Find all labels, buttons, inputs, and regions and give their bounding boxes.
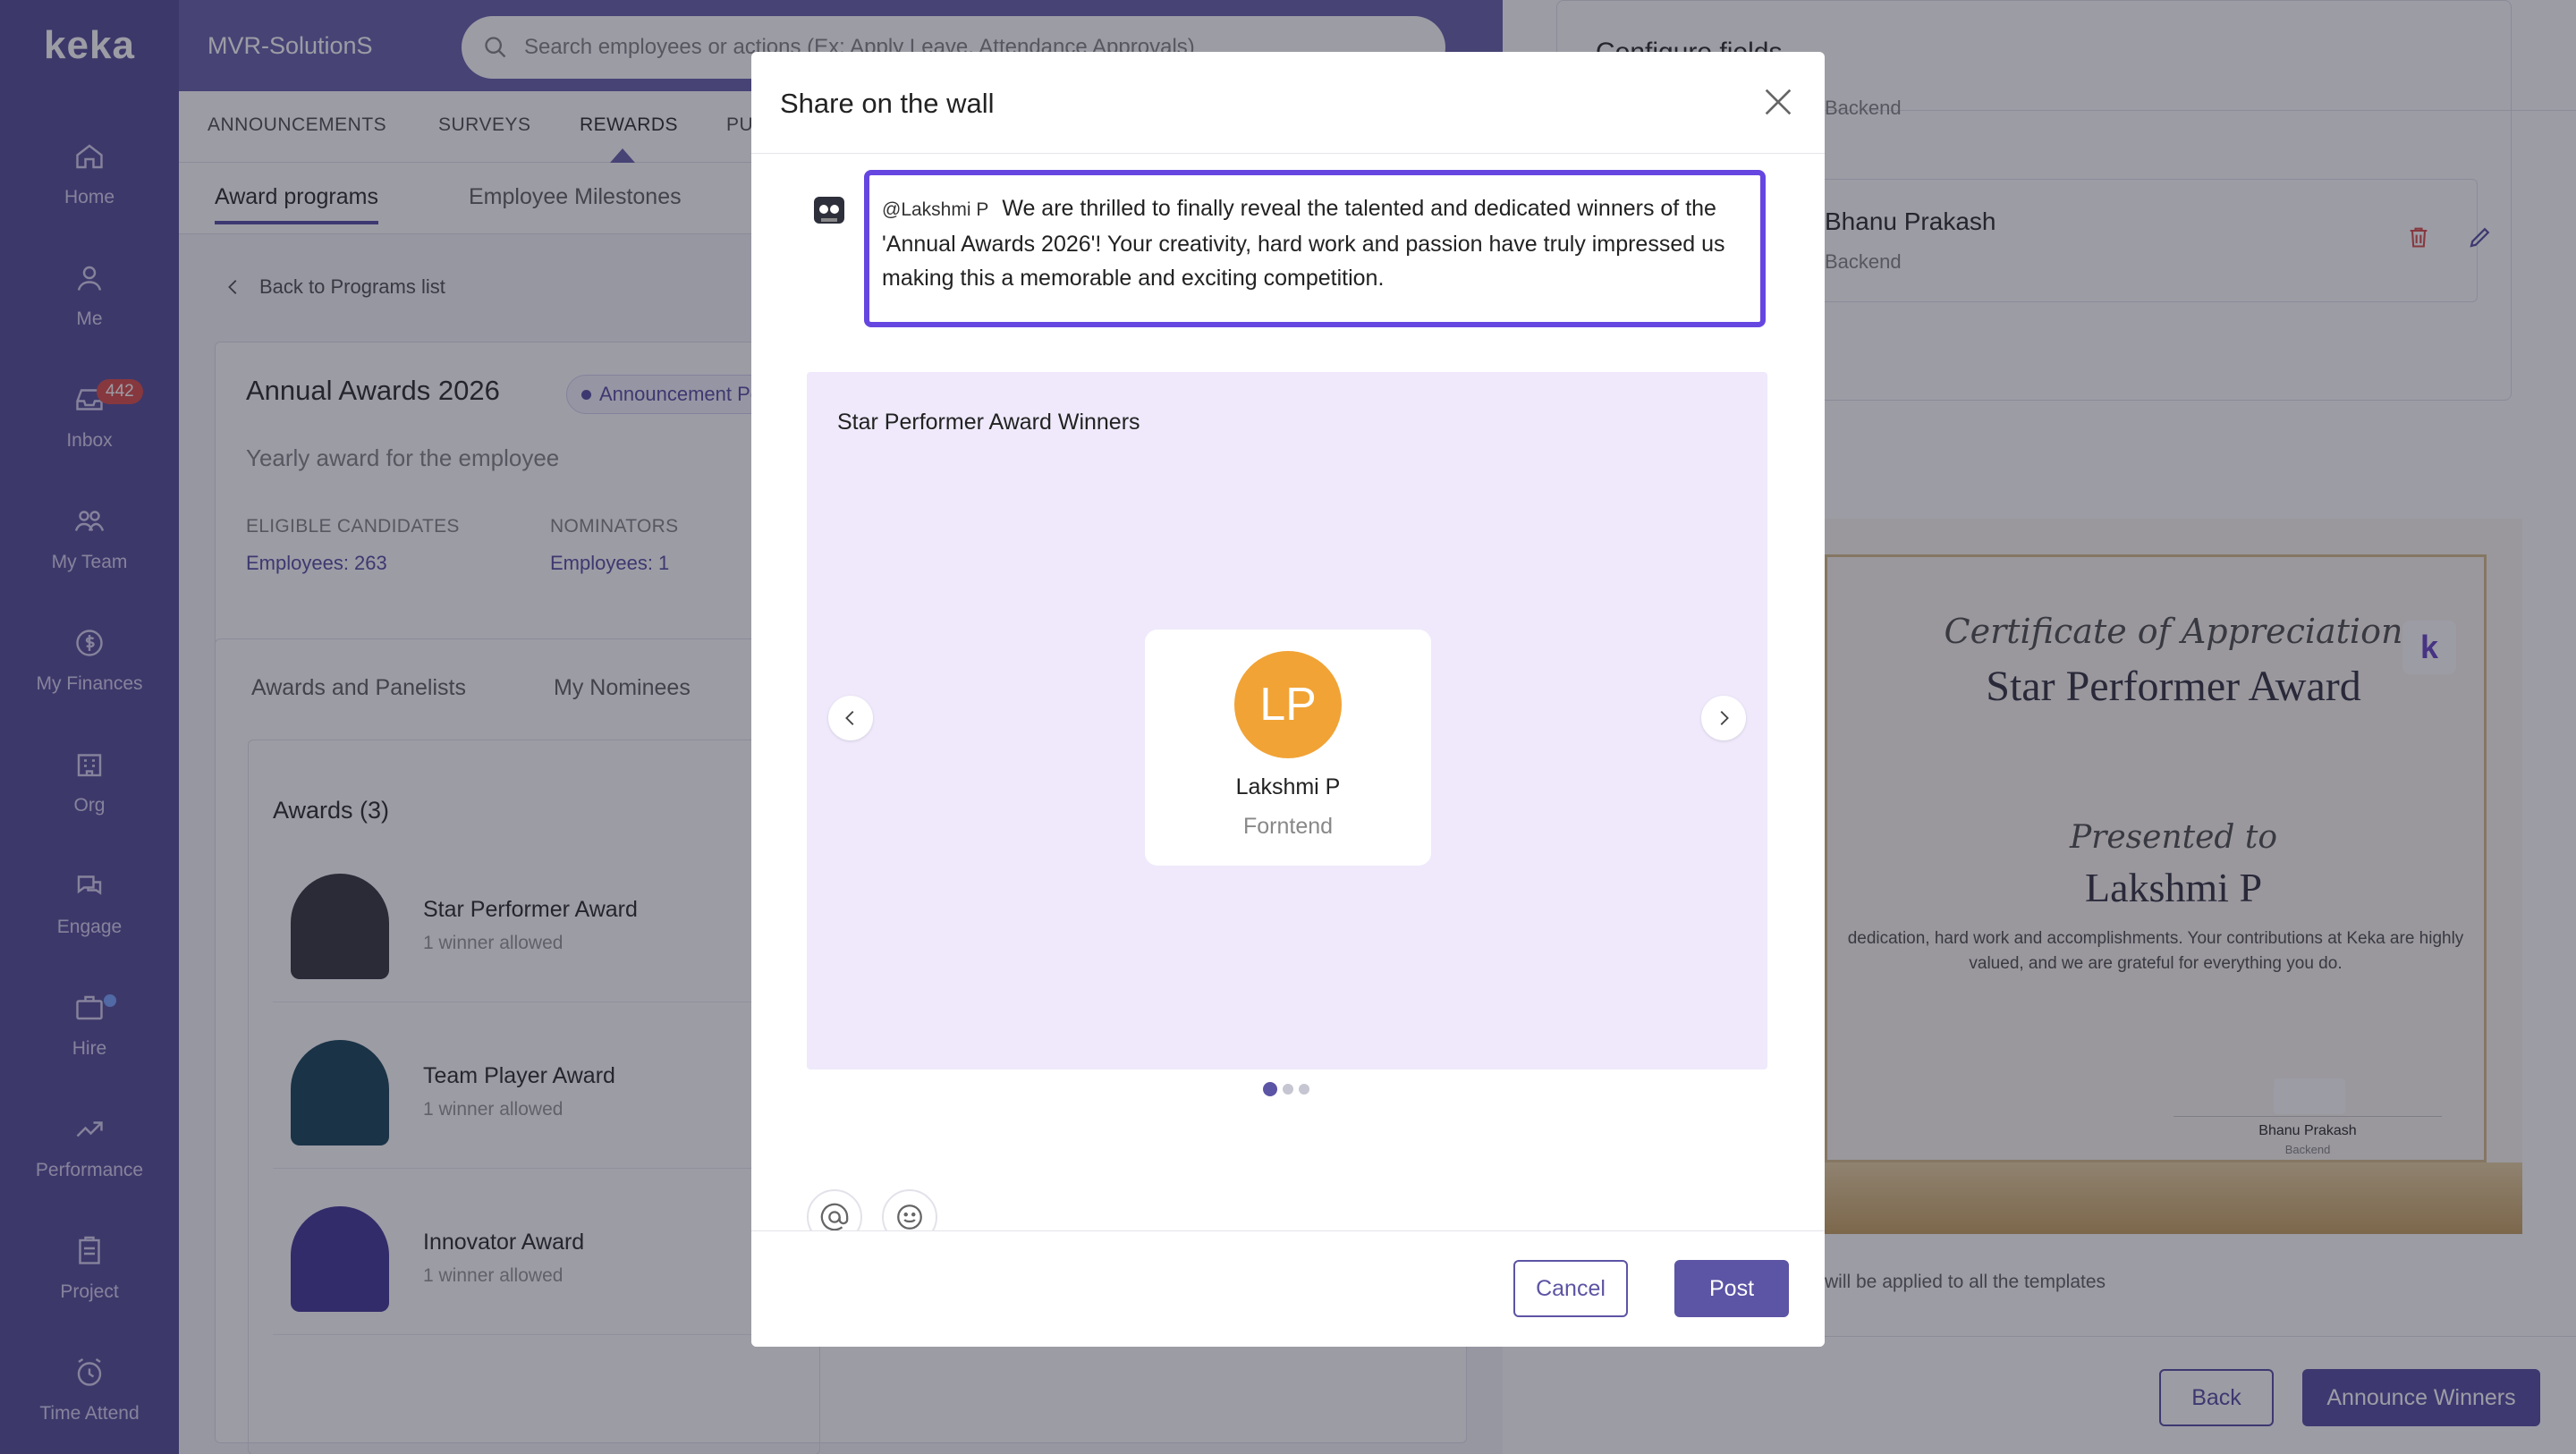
slide-title: Star Performer Award Winners [837,410,1140,435]
post-message-input[interactable]: @Lakshmi P We are thrilled to finally re… [864,170,1766,327]
carousel-dot[interactable] [1299,1084,1309,1095]
winner-avatar: LP [1234,651,1342,758]
modal-footer: Cancel Post [751,1230,1825,1347]
close-icon[interactable] [1760,84,1796,120]
post-button[interactable]: Post [1674,1260,1789,1317]
share-on-wall-modal: Share on the wall @Lakshmi P We are thri… [751,52,1825,1347]
author-avatar [814,197,844,224]
carousel-next-button[interactable] [1701,696,1746,740]
winner-name: Lakshmi P [1235,774,1341,799]
modal-title: Share on the wall [780,88,995,119]
modal-header: Share on the wall [751,52,1825,154]
carousel-dot[interactable] [1263,1082,1277,1096]
chevron-left-icon [845,711,854,725]
cancel-button[interactable]: Cancel [1513,1260,1628,1317]
carousel-pagination [1263,1082,1309,1096]
chevron-right-icon [1720,711,1729,725]
mention-tag[interactable]: @Lakshmi P [882,199,988,220]
winners-carousel: Star Performer Award Winners LP Lakshmi … [807,372,1767,1069]
at-sign-icon [820,1203,849,1231]
winner-department: Forntend [1242,814,1334,839]
carousel-prev-button[interactable] [828,696,873,740]
winner-card: LP Lakshmi P Forntend [1145,630,1431,866]
smiley-icon [897,1205,922,1230]
carousel-dot[interactable] [1283,1084,1293,1095]
post-message-text: We are thrilled to finally reveal the ta… [882,196,1725,291]
